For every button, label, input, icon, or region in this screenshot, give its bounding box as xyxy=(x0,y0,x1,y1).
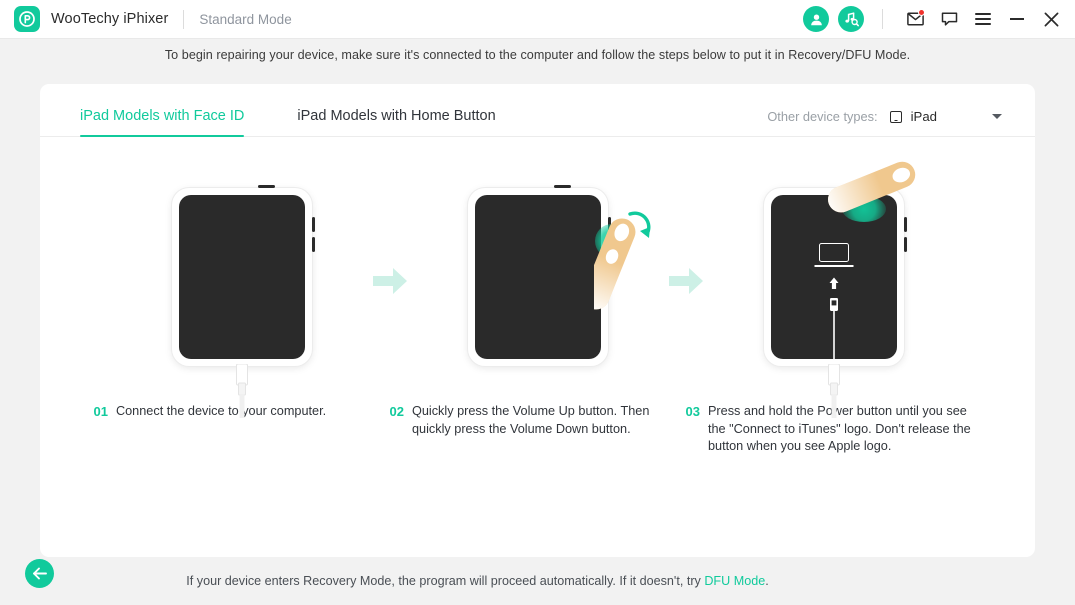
step-2-illustration xyxy=(423,156,653,406)
footer-status-text: If your device enters Recovery Mode, the… xyxy=(0,574,1075,588)
dfu-mode-link[interactable]: DFU Mode xyxy=(704,574,765,588)
laptop-base-icon xyxy=(814,265,853,267)
tap-highlight-2 xyxy=(594,224,629,258)
power-button-3 xyxy=(849,184,867,188)
volume-up-button-3 xyxy=(903,217,907,232)
step-1-illustration xyxy=(127,156,357,418)
titlebar-separator xyxy=(882,9,883,29)
power-button-1 xyxy=(257,184,275,188)
rotate-arrow-icon xyxy=(625,210,659,251)
ipad-screen-1 xyxy=(178,195,305,359)
step-2-number: 02 xyxy=(389,404,404,419)
music-repair-icon[interactable] xyxy=(838,6,864,32)
ipad-glyph-icon xyxy=(889,110,902,123)
title-bar: WooTechy iPhixer Standard Mode xyxy=(0,0,1075,39)
step-2-text: Quickly press the Volume Up button. Then… xyxy=(411,404,650,436)
arrow-1-to-2 xyxy=(357,268,423,294)
illustration-row xyxy=(40,137,1035,418)
volume-up-button-1 xyxy=(311,217,315,232)
volume-down-button-3 xyxy=(903,237,907,252)
tap-highlight-3 xyxy=(841,196,886,222)
footer: If your device enters Recovery Mode, the… xyxy=(0,557,1075,605)
lightning-cable-icon xyxy=(827,298,841,359)
step-3-illustration xyxy=(719,156,949,418)
footer-text-after: . xyxy=(765,574,769,588)
brand: WooTechy iPhixer xyxy=(14,6,168,32)
footer-text-before: If your device enters Recovery Mode, the… xyxy=(186,574,705,588)
arrow-2-to-3 xyxy=(653,268,719,294)
minimize-icon[interactable] xyxy=(1002,4,1032,34)
step-3-number: 03 xyxy=(685,404,700,419)
ipad-screen-2 xyxy=(474,195,601,359)
mail-icon[interactable] xyxy=(900,4,930,34)
title-divider xyxy=(183,9,185,29)
power-button-2 xyxy=(553,184,571,188)
connect-to-computer-icon xyxy=(818,243,849,262)
back-arrow-icon[interactable] xyxy=(25,559,54,588)
chat-bubble-icon[interactable] xyxy=(934,4,964,34)
hamburger-menu-icon[interactable] xyxy=(968,4,998,34)
account-icon[interactable] xyxy=(803,6,829,32)
mail-notification-badge xyxy=(918,9,925,16)
main-card: iPad Models with Face ID iPad Models wit… xyxy=(40,84,1035,557)
app-title: WooTechy iPhixer xyxy=(51,11,169,27)
steps-area: 01 Connect the device to your computer. … xyxy=(40,137,1035,556)
charging-cable-1 xyxy=(232,363,252,423)
titlebar-icons xyxy=(794,4,1066,34)
other-device-types-selector[interactable]: Other device types: iPad xyxy=(767,109,1002,124)
volume-down-button-1 xyxy=(311,237,315,252)
charging-cable-3 xyxy=(824,363,844,423)
ipad-device-3 xyxy=(763,161,915,418)
p-logo-icon xyxy=(14,6,40,32)
other-device-types-label: Other device types: xyxy=(767,109,878,124)
ipad-device-2 xyxy=(467,184,650,374)
caption-row: 01 Connect the device to your computer. … xyxy=(40,403,1035,456)
ipad-screen-3 xyxy=(770,195,897,359)
tab-ipad-face-id[interactable]: iPad Models with Face ID xyxy=(80,108,245,137)
tab-bar: iPad Models with Face ID iPad Models wit… xyxy=(40,84,1035,137)
ipad-device-1 xyxy=(171,184,315,418)
tab-ipad-home-button[interactable]: iPad Models with Home Button xyxy=(297,108,495,136)
chevron-down-icon[interactable] xyxy=(992,114,1002,119)
close-icon[interactable] xyxy=(1036,4,1066,34)
step-1-number: 01 xyxy=(93,404,108,419)
selected-device-value: iPad xyxy=(910,109,937,124)
instruction-banner: To begin repairing your device, make sur… xyxy=(164,47,911,62)
step-2-caption: 02 Quickly press the Volume Up button. T… xyxy=(390,403,686,456)
mode-label: Standard Mode xyxy=(199,11,292,27)
up-arrow-icon xyxy=(826,277,841,295)
